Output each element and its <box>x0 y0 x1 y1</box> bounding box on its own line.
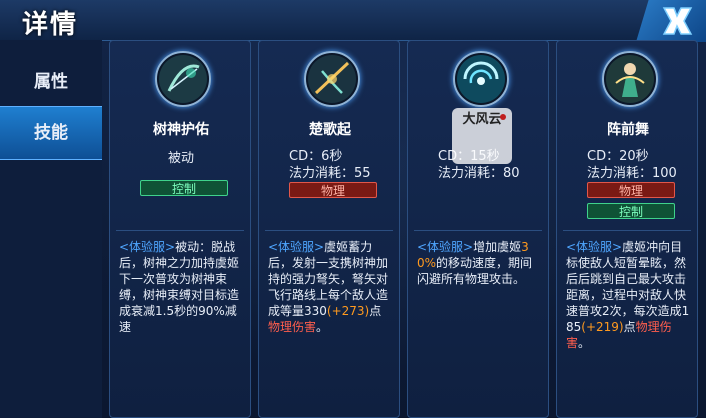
desc-bonus: (+219) <box>581 320 624 334</box>
test-server-label: <体验服> <box>119 240 176 254</box>
skill-description: <体验服>增加虞姬30%的移动速度，期间闪避所有物理攻击。 <box>417 239 541 287</box>
tag-control: 控制 <box>140 180 228 196</box>
tag-physical: 物理 <box>587 182 675 198</box>
page-title: 详情 <box>22 10 79 40</box>
sidebar: 属性 技能 <box>0 40 102 418</box>
tab-skills[interactable]: 技能 <box>0 106 102 160</box>
archer-icon <box>602 51 658 107</box>
whirlwind-icon <box>453 51 509 107</box>
desc-text: 被动：脱战后，树神之力加持虞姬下一次普攻为树神束缚，树神束缚对目标造成衰减1.5… <box>119 240 240 334</box>
mana-cost: 法力消耗：55 <box>289 166 371 181</box>
desc-damage: 物理伤害 <box>268 320 317 334</box>
watermark-dot <box>500 114 506 120</box>
mana-cost: 法力消耗：80 <box>438 166 520 181</box>
close-icon <box>662 7 693 35</box>
skill-card-2[interactable]: CD：15秒 法力消耗：80 <体验服>增加虞姬30%的移动速度，期间闪避所有物… <box>407 40 549 418</box>
watermark-logo: 大风云 <box>452 108 512 164</box>
skill-card-3[interactable]: 阵前舞 CD：20秒 法力消耗：100 物理 控制 <体验服>虞姬冲向目标使敌人… <box>556 40 698 418</box>
desc-point: 点 <box>623 320 636 334</box>
skill-name: 楚歌起 <box>309 122 351 138</box>
divider <box>265 230 393 231</box>
desc-text: 增加虞姬 <box>473 240 522 254</box>
skill-type: 被动 <box>167 151 194 166</box>
tab-label: 技能 <box>34 123 68 143</box>
desc-end: 。 <box>316 320 329 334</box>
desc-bonus: (+273) <box>326 304 370 318</box>
skill-description: <体验服>虞姬蓄力后，发射一支携树神加持的强力弩矢，弩矢对飞行路线上每个敌人造成… <box>268 239 392 335</box>
tab-attributes[interactable]: 属性 <box>0 56 102 108</box>
top-bar: 详情 <box>0 0 706 41</box>
watermark-text: 大风云 <box>462 112 502 127</box>
test-server-label: <体验服> <box>417 240 474 254</box>
tag-physical: 物理 <box>289 182 377 198</box>
desc-end: 。 <box>578 336 591 350</box>
tag-control: 控制 <box>587 203 675 219</box>
crossbow-icon <box>304 51 360 107</box>
tab-label: 属性 <box>34 72 68 92</box>
skill-card-1[interactable]: 楚歌起 CD：6秒 法力消耗：55 物理 <体验服>虞姬蓄力后，发射一支携树神加… <box>258 40 400 418</box>
mana-cost: 法力消耗：100 <box>587 166 677 181</box>
skill-name: 阵前舞 <box>607 122 649 138</box>
bow-icon <box>155 51 211 107</box>
divider <box>414 230 542 231</box>
test-server-label: <体验服> <box>268 240 325 254</box>
skill-description: <体验服>被动：脱战后，树神之力加持虞姬下一次普攻为树神束缚，树神束缚对目标造成… <box>119 239 243 335</box>
skill-card-passive[interactable]: 树神护佑 被动 控制 <体验服>被动：脱战后，树神之力加持虞姬下一次普攻为树神束… <box>109 40 251 418</box>
divider <box>116 230 244 231</box>
test-server-label: <体验服> <box>566 240 623 254</box>
divider <box>563 230 691 231</box>
desc-point: 点 <box>369 304 382 318</box>
skill-description: <体验服>虞姬冲向目标使敌人短暂晕眩，然后后跳到自己最大攻击距离，过程中对敌人快… <box>566 239 690 351</box>
skill-name: 树神护佑 <box>153 122 209 138</box>
